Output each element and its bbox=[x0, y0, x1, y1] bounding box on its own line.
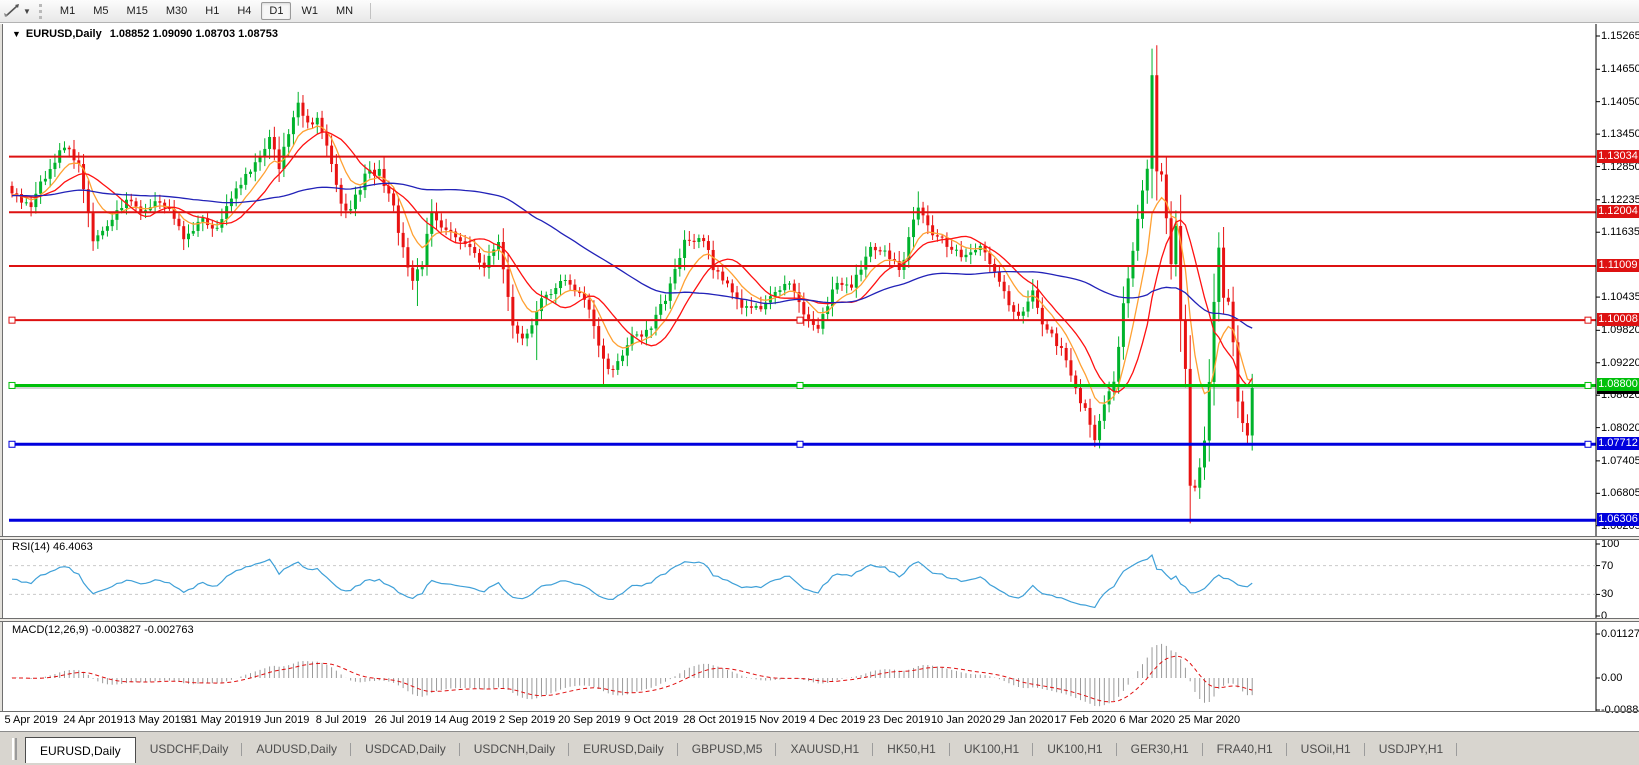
timeframe-button[interactable]: MN bbox=[328, 2, 361, 20]
toolbar-grip[interactable] bbox=[38, 3, 43, 19]
candlesticks bbox=[10, 45, 1254, 524]
date-axis-label: 5 Apr 2019 bbox=[4, 714, 58, 726]
chart-tab-bar: EURUSD,Daily USDCHF,Daily AUDUSD,Daily U… bbox=[0, 731, 1639, 765]
date-axis-label: 24 Apr 2019 bbox=[63, 714, 123, 726]
chart-symbol-label: EURUSD,Daily bbox=[25, 28, 102, 40]
chart-menu-caret-icon[interactable]: ▼ bbox=[12, 29, 21, 39]
chevron-down-icon: ▼ bbox=[23, 6, 31, 16]
date-axis-label: 28 Oct 2019 bbox=[683, 714, 744, 726]
rsi-label: RSI(14) 46.4063 bbox=[12, 541, 93, 553]
date-axis-label: 31 May 2019 bbox=[185, 714, 249, 726]
rsi-line bbox=[11, 553, 1253, 609]
chart-tab[interactable]: FRA40,H1 bbox=[1203, 739, 1287, 760]
trading-terminal-window: ▼ M1 M5 M15 M30 H1 H4 D1 W1 MN ▼ EURUSD,… bbox=[0, 0, 1639, 765]
macd-histogram bbox=[11, 643, 1253, 707]
chart-tab-list: EURUSD,Daily USDCHF,Daily AUDUSD,Daily U… bbox=[25, 737, 1458, 763]
chart-tab[interactable]: HK50,H1 bbox=[873, 739, 950, 760]
date-axis-label: 17 Feb 2020 bbox=[1054, 714, 1117, 726]
date-axis-label: 9 Oct 2019 bbox=[624, 714, 679, 726]
date-axis-label: 23 Dec 2019 bbox=[868, 714, 931, 726]
chart-tab[interactable]: XAUUSD,H1 bbox=[776, 739, 873, 760]
date-axis-label: 29 Jan 2020 bbox=[992, 714, 1054, 726]
chart-tab[interactable]: USDJPY,H1 bbox=[1365, 739, 1458, 760]
price-chart-canvas[interactable] bbox=[0, 24, 1639, 712]
date-axis-label: 13 May 2019 bbox=[123, 714, 187, 726]
timeframe-button[interactable]: M1 bbox=[52, 2, 83, 20]
timeframe-button[interactable]: H4 bbox=[229, 2, 259, 20]
chart-tab[interactable]: AUDUSD,Daily bbox=[242, 739, 351, 760]
date-axis-label: 4 Dec 2019 bbox=[809, 714, 866, 726]
tab-bar-grip bbox=[12, 738, 17, 760]
timeframe-button[interactable]: W1 bbox=[293, 2, 326, 20]
line-tools-button[interactable]: ▼ bbox=[4, 4, 31, 18]
chart-tab[interactable]: EURUSD,Daily bbox=[569, 739, 678, 760]
timeframe-button[interactable]: H1 bbox=[197, 2, 227, 20]
timeframe-button[interactable]: D1 bbox=[261, 2, 292, 20]
chart-tab[interactable]: GBPUSD,M5 bbox=[678, 739, 777, 760]
chart-tab[interactable]: USDCHF,Daily bbox=[136, 739, 243, 760]
date-axis-label: 15 Nov 2019 bbox=[743, 714, 807, 726]
date-axis-label: 10 Jan 2020 bbox=[930, 714, 992, 726]
chart-tab[interactable]: USOil,H1 bbox=[1287, 739, 1365, 760]
date-axis-label: 25 Mar 2020 bbox=[1178, 714, 1241, 726]
ma-slow-line bbox=[11, 182, 1253, 329]
pane-bottom-border bbox=[0, 711, 1639, 712]
macd-label: MACD(12,26,9) -0.003827 -0.002763 bbox=[12, 624, 194, 636]
date-axis-label: 8 Jul 2019 bbox=[315, 714, 367, 726]
chart-tab[interactable]: UK100,H1 bbox=[950, 739, 1034, 760]
chart-tab[interactable]: UK100,H1 bbox=[1033, 739, 1117, 760]
date-axis-label: 20 Sep 2019 bbox=[557, 714, 621, 726]
chart-tab[interactable]: USDCAD,Daily bbox=[351, 739, 460, 760]
timeframe-button-group: M1 M5 M15 M30 H1 H4 D1 W1 MN bbox=[51, 2, 362, 20]
timeframe-toolbar: ▼ M1 M5 M15 M30 H1 H4 D1 W1 MN bbox=[0, 0, 1639, 23]
date-axis-label: 26 Jul 2019 bbox=[374, 714, 432, 726]
date-axis-label: 14 Aug 2019 bbox=[434, 714, 497, 726]
pane-separator[interactable] bbox=[0, 536, 1639, 540]
chart-ohlc-values: 1.08852 1.09090 1.08703 1.08753 bbox=[109, 28, 278, 40]
pane-separator[interactable] bbox=[0, 618, 1639, 622]
timeframe-button[interactable]: M30 bbox=[158, 2, 195, 20]
chart-tab[interactable]: EURUSD,Daily bbox=[25, 737, 136, 763]
timeframe-button[interactable]: M5 bbox=[85, 2, 116, 20]
date-axis-label: 6 Mar 2020 bbox=[1119, 714, 1176, 726]
chart-title: ▼ EURUSD,Daily 1.08852 1.09090 1.08703 1.0… bbox=[12, 28, 278, 40]
timeframe-button[interactable]: M15 bbox=[118, 2, 155, 20]
trendline-tool-icon bbox=[4, 4, 19, 17]
chart-tab[interactable]: USDCNH,Daily bbox=[460, 739, 570, 760]
toolbar-separator bbox=[370, 3, 372, 19]
date-axis-label: 2 Sep 2019 bbox=[499, 714, 556, 726]
chart-tab[interactable]: GER30,H1 bbox=[1117, 739, 1203, 760]
date-axis-label: 19 Jun 2019 bbox=[248, 714, 310, 726]
